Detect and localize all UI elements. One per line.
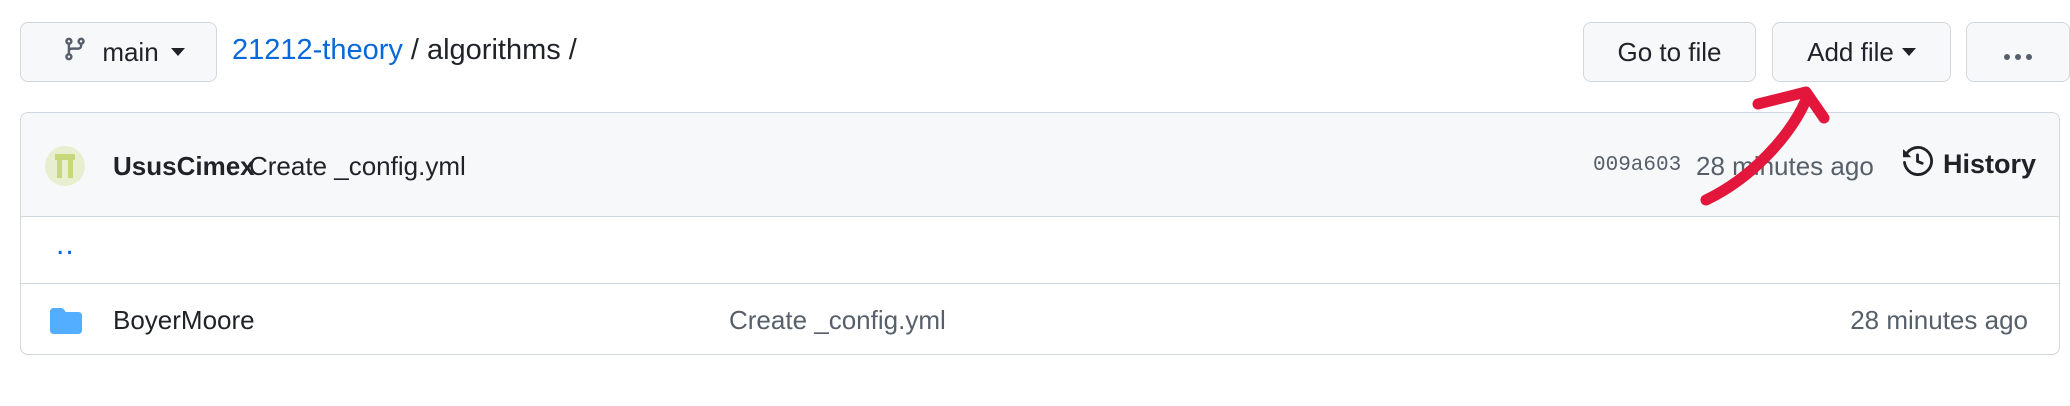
breadcrumb: 21212-theory / algorithms / [232, 34, 585, 67]
file-browser-table: UsusCimex Create _config.yml 009a603 28 … [20, 112, 2060, 355]
parent-directory-row[interactable]: .. [21, 216, 2059, 284]
file-name-link[interactable]: BoyerMoore [113, 305, 255, 336]
breadcrumb-current-folder: algorithms [426, 34, 561, 66]
breadcrumb-trailing-separator: / [568, 34, 577, 66]
git-branch-icon [62, 36, 88, 69]
history-icon [1903, 145, 1934, 183]
file-commit-time: 28 minutes ago [1850, 305, 2028, 335]
add-file-label: Add file [1807, 36, 1894, 67]
chevron-down-icon [170, 48, 185, 56]
folder-icon [50, 308, 82, 339]
commit-sha-link[interactable]: 009a603 [1593, 154, 1681, 177]
commit-time: 28 minutes ago [1696, 151, 1874, 181]
latest-commit-row: UsusCimex Create _config.yml 009a603 28 … [21, 113, 2059, 217]
branch-name: main [102, 36, 159, 67]
avatar[interactable] [45, 146, 85, 186]
parent-directory-link[interactable]: .. [56, 228, 75, 262]
breadcrumb-separator: / [410, 34, 419, 66]
kebab-horizontal-icon [2003, 37, 2033, 68]
breadcrumb-repo-link[interactable]: 21212-theory [232, 34, 403, 66]
go-to-file-button[interactable]: Go to file [1583, 22, 1756, 82]
commit-author-link[interactable]: UsusCimex [113, 151, 255, 182]
repo-toolbar: main 21212-theory / algorithms / Go to file… [20, 22, 2070, 84]
more-options-button[interactable] [1966, 22, 2070, 82]
history-link[interactable]: History [1903, 145, 2037, 183]
go-to-file-label: Go to file [1617, 36, 1722, 67]
history-label: History [1943, 149, 2037, 179]
file-commit-message-link[interactable]: Create _config.yml [729, 305, 946, 336]
table-row[interactable]: BoyerMoore Create _config.yml 28 minutes… [21, 283, 2059, 354]
chevron-down-icon [1901, 48, 1916, 56]
add-file-button[interactable]: Add file [1772, 22, 1951, 82]
branch-select-button[interactable]: main [20, 22, 217, 82]
commit-message-link[interactable]: Create _config.yml [249, 151, 466, 182]
